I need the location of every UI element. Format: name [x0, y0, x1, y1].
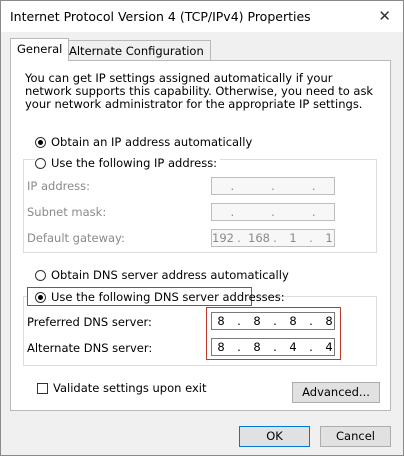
ip-address-field[interactable]: ...: [211, 177, 335, 195]
tab-general[interactable]: General: [10, 38, 70, 61]
use-ip-manual-label: Use the following IP address:: [51, 156, 218, 170]
default-gateway-field[interactable]: 192. 168. 1. 1: [211, 229, 335, 247]
validate-settings-checkbox[interactable]: [37, 382, 48, 394]
use-ip-manual-radio[interactable]: [35, 157, 46, 169]
advanced-button[interactable]: Advanced...: [292, 382, 380, 403]
general-panel: You can get IP settings assigned automat…: [10, 60, 391, 411]
properties-dialog: Internet Protocol Version 4 (TCP/IPv4) P…: [0, 0, 404, 456]
validate-settings-label: Validate settings upon exit: [53, 381, 207, 395]
obtain-dns-auto-radio[interactable]: [35, 269, 46, 281]
ip-address-label: IP address:: [27, 179, 91, 193]
description-text: You can get IP settings assigned automat…: [25, 71, 374, 111]
preferred-dns-field[interactable]: 8.8.8.8: [211, 312, 335, 330]
alternate-dns-field[interactable]: 8.8.4.4: [211, 338, 335, 356]
preferred-dns-label: Preferred DNS server:: [27, 315, 152, 329]
cancel-button[interactable]: Cancel: [320, 426, 391, 447]
default-gateway-label: Default gateway:: [27, 231, 125, 245]
obtain-ip-auto-option[interactable]: Obtain an IP address automatically: [35, 135, 252, 149]
ok-button[interactable]: OK: [239, 426, 310, 447]
use-dns-manual-option[interactable]: Use the following DNS server addresses:: [35, 290, 285, 304]
subnet-mask-field[interactable]: ...: [211, 203, 335, 221]
alternate-dns-label: Alternate DNS server:: [27, 341, 153, 355]
subnet-mask-label: Subnet mask:: [27, 205, 107, 219]
obtain-ip-auto-radio[interactable]: [35, 136, 46, 148]
validate-settings-option[interactable]: Validate settings upon exit: [37, 381, 206, 395]
obtain-ip-auto-label: Obtain an IP address automatically: [51, 135, 253, 149]
obtain-dns-auto-option[interactable]: Obtain DNS server address automatically: [35, 268, 289, 282]
use-ip-manual-option[interactable]: Use the following IP address:: [35, 156, 221, 170]
title-bar[interactable]: Internet Protocol Version 4 (TCP/IPv4) P…: [1, 1, 403, 32]
window-title: Internet Protocol Version 4 (TCP/IPv4) P…: [10, 9, 311, 24]
use-dns-manual-radio[interactable]: [35, 291, 46, 303]
obtain-dns-auto-label: Obtain DNS server address automatically: [51, 268, 289, 282]
use-dns-manual-label: Use the following DNS server addresses:: [51, 290, 285, 304]
tab-alternate-configuration[interactable]: Alternate Configuration: [62, 40, 211, 61]
close-icon[interactable]: ✕: [378, 7, 391, 25]
